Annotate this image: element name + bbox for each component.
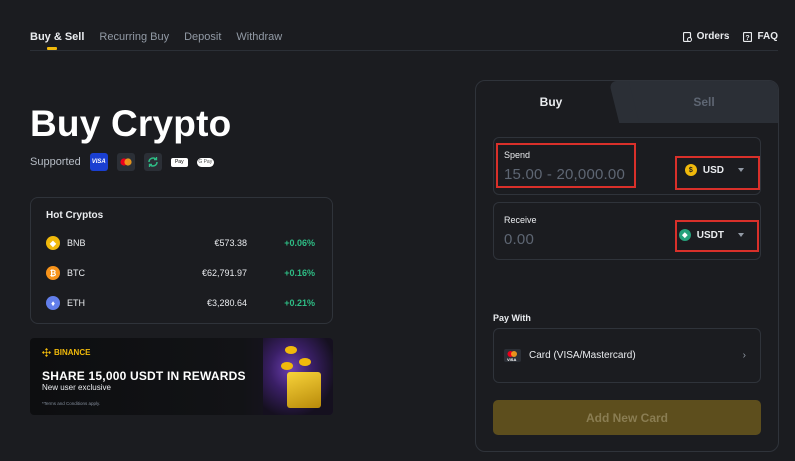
google-pay-icon: G Pay [196,157,214,167]
highlight-box-usd [675,156,760,190]
banner-terms: *Terms and Conditions apply. [42,401,101,406]
tab-buy[interactable]: Buy [476,81,626,123]
svg-text:?: ? [746,35,750,42]
highlight-box-spend [496,143,636,188]
coin-icon [281,362,293,370]
trade-tabs: Buy Sell [476,81,778,123]
chevron-right-icon: › [742,350,746,361]
tab-buy-sell[interactable]: Buy & Sell [30,31,84,50]
tab-sell[interactable]: Sell [624,81,778,123]
nav-tabs: Buy & Sell Recurring Buy Deposit Withdra… [30,31,282,50]
highlight-box-usdt [675,220,759,252]
crypto-price: €62,791.97 [201,268,247,278]
crypto-symbol: BTC [67,268,85,278]
orders-icon [682,31,692,42]
pay-method-label: Card (VISA/Mastercard) [529,350,636,361]
promo-banner[interactable]: BINANCE SHARE 15,000 USDT IN REWARDS New… [30,338,333,415]
pay-method-select[interactable]: VISA Card (VISA/Mastercard) › [493,328,761,383]
binance-brand: BINANCE [54,348,91,357]
crypto-row-eth[interactable]: ♦ ETH €3,280.64 +0.21% [46,293,315,313]
crypto-change: +0.21% [284,298,315,308]
crypto-row-btc[interactable]: ₿ BTC €62,791.97 +0.16% [46,263,315,283]
tab-recurring-buy[interactable]: Recurring Buy [99,31,169,43]
banner-subtitle: New user exclusive [42,383,111,392]
btc-icon: ₿ [46,266,60,280]
binance-logo: BINANCE [42,348,90,357]
refresh-icon [143,153,162,171]
trade-panel: Buy Sell Spend $ USD Receive ◆ USDT Pay … [475,80,779,452]
pay-with-label: Pay With [493,313,531,323]
top-nav: Buy & Sell Recurring Buy Deposit Withdra… [30,0,778,51]
nav-right: Orders ? FAQ [682,31,778,42]
coin-icon [299,358,311,366]
add-new-card-button[interactable]: Add New Card [493,400,761,435]
crypto-price: €3,280.64 [206,298,247,308]
crypto-row-bnb[interactable]: ◆ BNB €573.38 +0.06% [46,233,315,253]
card-icon-text: VISA [507,357,517,362]
hot-cryptos-card: Hot Cryptos ◆ BNB €573.38 +0.06% ₿ BTC €… [30,197,333,324]
receive-input[interactable] [504,231,654,248]
faq-link[interactable]: ? FAQ [743,31,778,42]
mastercard-icon [116,153,135,171]
crypto-change: +0.16% [284,268,315,278]
orders-link[interactable]: Orders [682,31,730,42]
tab-deposit[interactable]: Deposit [184,31,221,43]
orders-label: Orders [696,31,730,42]
visa-icon: VISA [89,153,108,171]
crypto-symbol: ETH [67,298,85,308]
page-title: Buy Crypto [30,103,232,144]
crypto-symbol: BNB [67,238,86,248]
faq-label: FAQ [757,31,778,42]
crypto-change: +0.06% [284,238,315,248]
coin-icon [285,346,297,354]
apple-pay-icon: Pay [170,157,188,167]
eth-icon: ♦ [46,296,60,310]
tab-withdraw[interactable]: Withdraw [236,31,282,43]
tab-sell-label: Sell [693,95,715,109]
bnb-icon: ◆ [46,236,60,250]
crypto-price: €573.38 [214,238,247,248]
hot-cryptos-title: Hot Cryptos [46,210,104,221]
banner-title: SHARE 15,000 USDT IN REWARDS [42,369,246,383]
card-icon: VISA [504,349,521,362]
supported-label: Supported [30,156,81,168]
supported-payments: Supported VISA Pay G Pay [30,153,214,171]
gift-box-icon [287,372,321,408]
faq-icon: ? [743,31,753,42]
binance-logo-icon [42,348,51,357]
receive-label: Receive [504,215,537,225]
